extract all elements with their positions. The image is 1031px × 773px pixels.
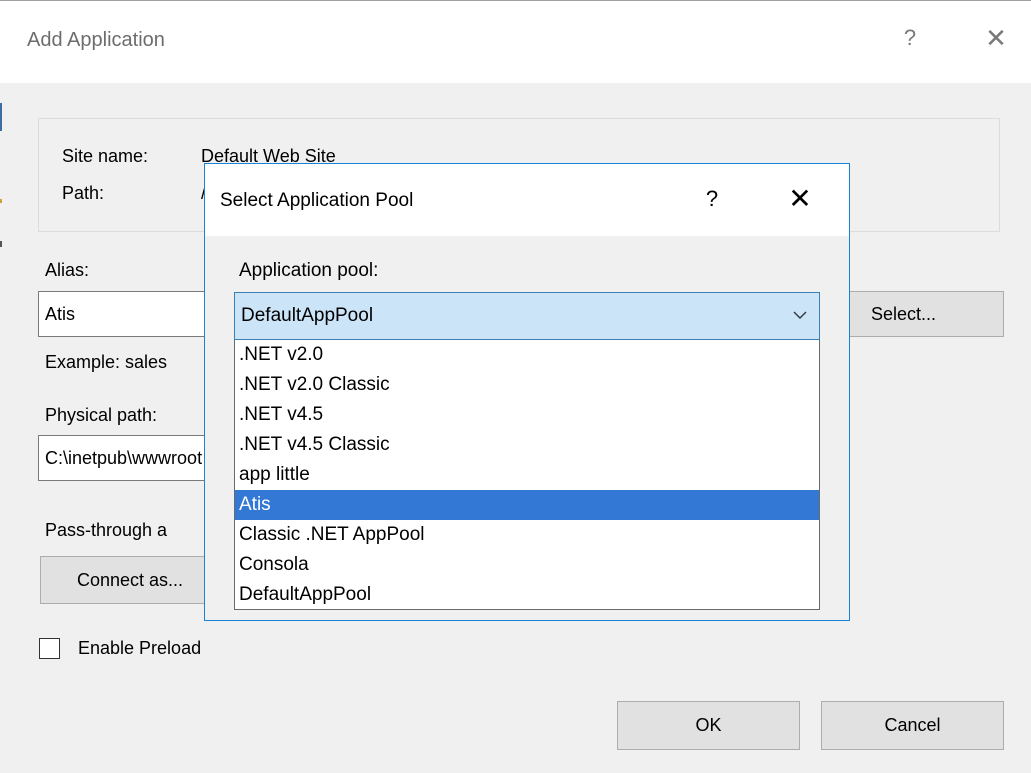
dropdown-option[interactable]: .NET v4.5 (235, 400, 819, 430)
chevron-down-icon (793, 311, 807, 319)
application-pool-label: Application pool: (239, 260, 379, 281)
alias-input[interactable]: Atis (38, 291, 228, 337)
dropdown-option[interactable]: DefaultAppPool (235, 580, 819, 610)
select-app-pool-button[interactable]: Select... (840, 291, 1004, 337)
cancel-button[interactable]: Cancel (821, 701, 1004, 750)
enable-preload-label: Enable Preload (78, 638, 202, 658)
dropdown-option[interactable]: Atis (235, 490, 819, 520)
application-pool-combobox[interactable]: DefaultAppPool (234, 292, 820, 340)
pass-through-auth-label: Pass-through a (45, 520, 168, 540)
outer-dialog-title: Add Application (27, 29, 165, 51)
dropdown-option[interactable]: .NET v2.0 (235, 340, 819, 370)
background-edge-mark (0, 103, 2, 131)
dropdown-option[interactable]: Consola (235, 550, 819, 580)
background-edge-mark (0, 241, 2, 247)
background-edge-mark (0, 199, 2, 203)
path-label: Path: (62, 183, 105, 203)
alias-label: Alias: (45, 260, 90, 280)
inner-help-icon[interactable]: ? (702, 186, 722, 212)
dropdown-option[interactable]: .NET v4.5 Classic (235, 430, 819, 460)
enable-preload-checkbox[interactable] (39, 638, 60, 659)
site-name-label: Site name: (62, 146, 149, 166)
dropdown-option[interactable]: Classic .NET AppPool (235, 520, 819, 550)
physical-path-input[interactable]: C:\inetpub\wwwroot (38, 435, 228, 481)
outer-help-icon[interactable]: ? (900, 25, 920, 51)
connect-as-button[interactable]: Connect as... (40, 556, 220, 604)
ok-button[interactable]: OK (617, 701, 800, 750)
outer-close-icon[interactable]: ✕ (983, 23, 1009, 54)
dropdown-option[interactable]: .NET v2.0 Classic (235, 370, 819, 400)
inner-close-icon[interactable]: ✕ (787, 182, 813, 215)
dropdown-option[interactable]: app little (235, 460, 819, 490)
combobox-selected-value: DefaultAppPool (241, 305, 374, 326)
alias-example-text: Example: sales (45, 352, 168, 372)
inner-dialog-title: Select Application Pool (220, 190, 414, 211)
application-pool-dropdown-list: .NET v2.0 .NET v2.0 Classic .NET v4.5 .NET … (234, 340, 820, 610)
select-application-pool-dialog: Select Application Pool ? ✕ Application … (204, 163, 850, 621)
physical-path-label: Physical path: (45, 405, 158, 425)
